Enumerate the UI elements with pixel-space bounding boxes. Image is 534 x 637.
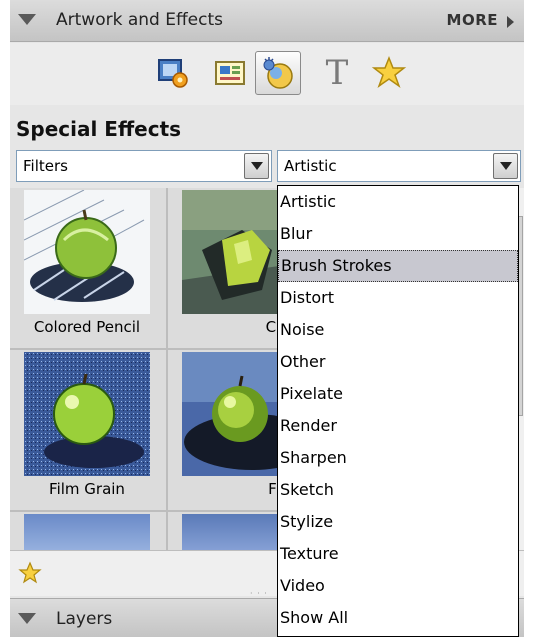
dropdown-option[interactable]: Distort — [278, 282, 518, 314]
panel-header[interactable]: Artwork and Effects MORE — [10, 0, 524, 42]
backgrounds-button[interactable] — [207, 51, 253, 95]
thumbnail-film-grain[interactable]: Film Grain — [12, 350, 162, 510]
layers-title: Layers — [56, 609, 113, 629]
dropdown-option[interactable]: Show All — [278, 602, 518, 634]
favorite-star-icon[interactable] — [18, 561, 42, 585]
thumbnail-label: Colored Pencil — [33, 318, 141, 336]
dropdown-option[interactable]: Stylize — [278, 506, 518, 538]
category-select[interactable]: Filters — [16, 150, 272, 182]
dropdown-option[interactable]: Texture — [278, 538, 518, 570]
effects-toolbar: T — [10, 43, 524, 105]
thumbnail-colored-pencil[interactable]: Colored Pencil — [12, 188, 162, 348]
backgrounds-icon — [215, 61, 245, 85]
dropdown-option[interactable]: Other — [278, 346, 518, 378]
category-select-value: Filters — [23, 157, 68, 175]
dropdown-option[interactable]: Blur — [278, 218, 518, 250]
category-chevron-down-icon[interactable] — [244, 153, 269, 179]
more-arrow-icon[interactable] — [507, 16, 514, 28]
effects-button[interactable] — [255, 51, 301, 95]
dropdown-option[interactable]: Pixelate — [278, 378, 518, 410]
more-button[interactable]: MORE — [447, 11, 498, 29]
photo-frame-icon — [158, 59, 188, 88]
resize-grip[interactable]: · · · — [250, 589, 268, 598]
text-button[interactable]: T — [314, 51, 360, 95]
effects-icon — [263, 57, 293, 89]
collapse-triangle-icon[interactable] — [18, 613, 36, 624]
section-title: Special Effects — [16, 117, 182, 141]
filter-dropdown-list[interactable]: Artistic Blur Brush Strokes Distort Noise Oth… — [277, 185, 519, 637]
panel-title: Artwork and Effects — [56, 10, 223, 30]
photo-frame-button[interactable] — [150, 51, 196, 95]
film-grain-preview — [24, 352, 150, 476]
dropdown-option[interactable]: Render — [278, 410, 518, 442]
favorites-star-icon — [371, 55, 407, 88]
filter-select[interactable]: Artistic — [277, 150, 521, 182]
thumbnail-label: Film Grain — [49, 480, 125, 498]
colored-pencil-preview — [24, 190, 150, 314]
dropdown-option[interactable]: Sharpen — [278, 442, 518, 474]
dropdown-option[interactable]: Sketch — [278, 474, 518, 506]
text-icon: T — [325, 53, 349, 93]
favorites-button[interactable] — [366, 51, 412, 95]
dropdown-option[interactable]: Brush Strokes — [278, 250, 518, 282]
dropdown-option[interactable]: Video — [278, 570, 518, 602]
collapse-triangle-icon[interactable] — [18, 14, 36, 25]
filter-select-value: Artistic — [284, 157, 337, 175]
dropdown-option[interactable]: Noise — [278, 314, 518, 346]
filter-chevron-down-icon[interactable] — [493, 153, 518, 179]
dropdown-option[interactable]: Artistic — [278, 186, 518, 218]
